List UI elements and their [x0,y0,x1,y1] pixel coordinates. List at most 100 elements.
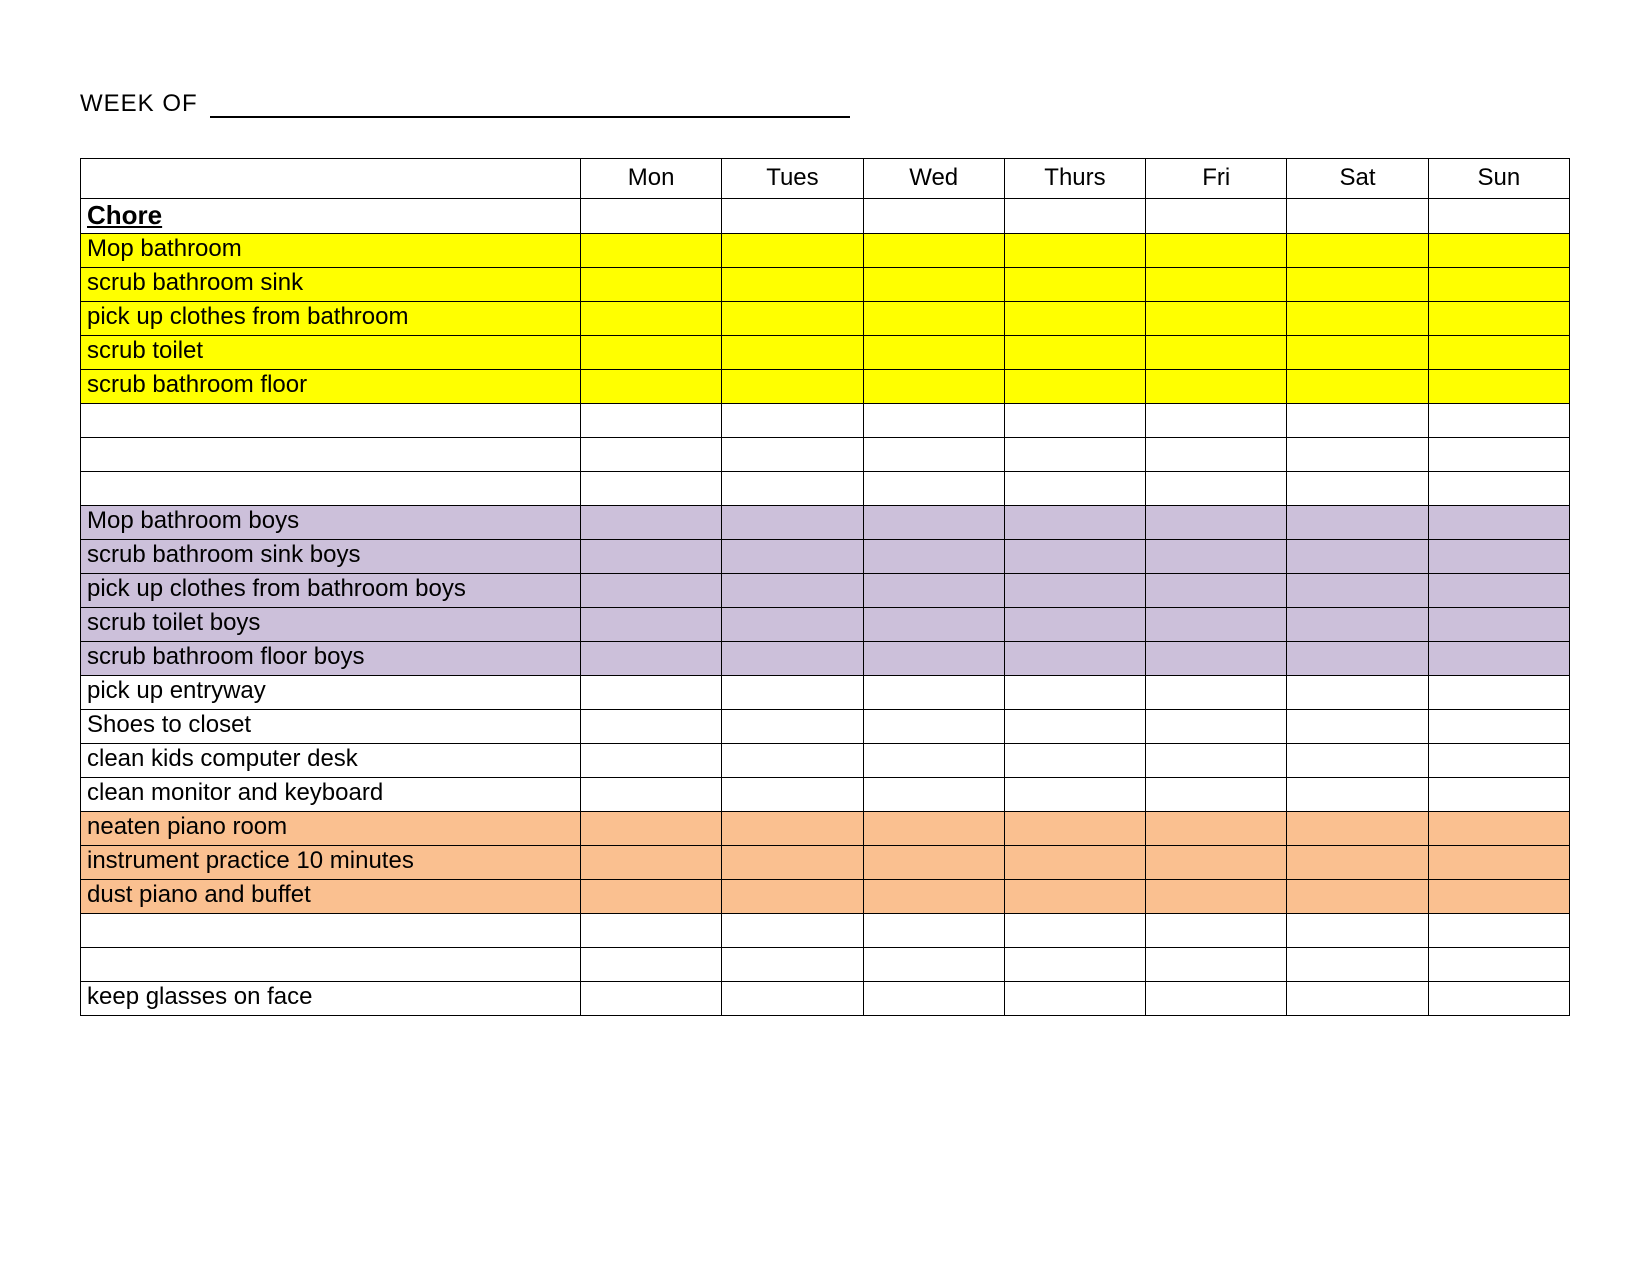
cell[interactable] [1428,879,1569,913]
cell[interactable] [1146,845,1287,879]
cell[interactable] [1287,539,1428,573]
cell[interactable] [1004,607,1145,641]
cell[interactable] [1287,845,1428,879]
cell[interactable] [1428,403,1569,437]
cell[interactable] [722,471,863,505]
cell[interactable] [1146,437,1287,471]
cell[interactable] [1004,505,1145,539]
cell[interactable] [722,301,863,335]
cell[interactable] [581,199,722,234]
cell[interactable] [1428,437,1569,471]
cell[interactable] [581,879,722,913]
cell[interactable] [863,403,1004,437]
cell[interactable] [581,709,722,743]
cell[interactable] [581,505,722,539]
cell[interactable] [1428,913,1569,947]
cell[interactable] [581,369,722,403]
cell[interactable] [1287,233,1428,267]
cell[interactable] [863,267,1004,301]
cell[interactable] [1004,845,1145,879]
cell[interactable] [1287,573,1428,607]
cell[interactable] [1146,267,1287,301]
cell[interactable] [581,777,722,811]
cell[interactable] [581,301,722,335]
cell[interactable] [1428,845,1569,879]
cell[interactable] [1287,199,1428,234]
cell[interactable] [1004,743,1145,777]
cell[interactable] [1004,199,1145,234]
cell[interactable] [1004,267,1145,301]
cell[interactable] [1146,471,1287,505]
cell[interactable] [1287,267,1428,301]
cell[interactable] [1287,641,1428,675]
cell[interactable] [863,607,1004,641]
cell[interactable] [863,879,1004,913]
cell[interactable] [863,913,1004,947]
cell[interactable] [722,233,863,267]
cell[interactable] [1146,641,1287,675]
cell[interactable] [863,539,1004,573]
cell[interactable] [1287,709,1428,743]
cell[interactable] [722,641,863,675]
cell[interactable] [1004,335,1145,369]
cell[interactable] [581,233,722,267]
cell[interactable] [1428,369,1569,403]
cell[interactable] [722,709,863,743]
cell[interactable] [1287,947,1428,981]
cell[interactable] [1004,675,1145,709]
cell[interactable] [722,607,863,641]
cell[interactable] [1004,709,1145,743]
cell[interactable] [863,471,1004,505]
cell[interactable] [1428,811,1569,845]
cell[interactable] [1004,573,1145,607]
cell[interactable] [1146,675,1287,709]
cell[interactable] [1146,607,1287,641]
cell[interactable] [1004,913,1145,947]
cell[interactable] [863,709,1004,743]
cell[interactable] [722,947,863,981]
cell[interactable] [581,437,722,471]
cell[interactable] [863,947,1004,981]
cell[interactable] [1004,811,1145,845]
cell[interactable] [722,539,863,573]
cell[interactable] [1004,539,1145,573]
cell[interactable] [1287,437,1428,471]
cell[interactable] [1146,981,1287,1015]
cell[interactable] [1146,539,1287,573]
cell[interactable] [1146,505,1287,539]
cell[interactable] [863,981,1004,1015]
cell[interactable] [1146,335,1287,369]
cell[interactable] [1146,777,1287,811]
cell[interactable] [581,675,722,709]
cell[interactable] [1146,233,1287,267]
week-of-blank[interactable] [210,94,850,118]
cell[interactable] [1146,573,1287,607]
cell[interactable] [1004,947,1145,981]
cell[interactable] [581,845,722,879]
cell[interactable] [1428,573,1569,607]
cell[interactable] [1428,641,1569,675]
cell[interactable] [1146,913,1287,947]
cell[interactable] [581,947,722,981]
cell[interactable] [1287,403,1428,437]
cell[interactable] [722,879,863,913]
cell[interactable] [1287,335,1428,369]
cell[interactable] [1004,777,1145,811]
cell[interactable] [722,437,863,471]
cell[interactable] [1428,233,1569,267]
cell[interactable] [863,301,1004,335]
cell[interactable] [1428,981,1569,1015]
cell[interactable] [1146,709,1287,743]
cell[interactable] [1004,471,1145,505]
cell[interactable] [1287,743,1428,777]
cell[interactable] [581,811,722,845]
cell[interactable] [1428,267,1569,301]
cell[interactable] [1004,403,1145,437]
cell[interactable] [1287,369,1428,403]
cell[interactable] [722,369,863,403]
cell[interactable] [581,573,722,607]
cell[interactable] [863,335,1004,369]
cell[interactable] [581,607,722,641]
cell[interactable] [1287,301,1428,335]
cell[interactable] [863,777,1004,811]
